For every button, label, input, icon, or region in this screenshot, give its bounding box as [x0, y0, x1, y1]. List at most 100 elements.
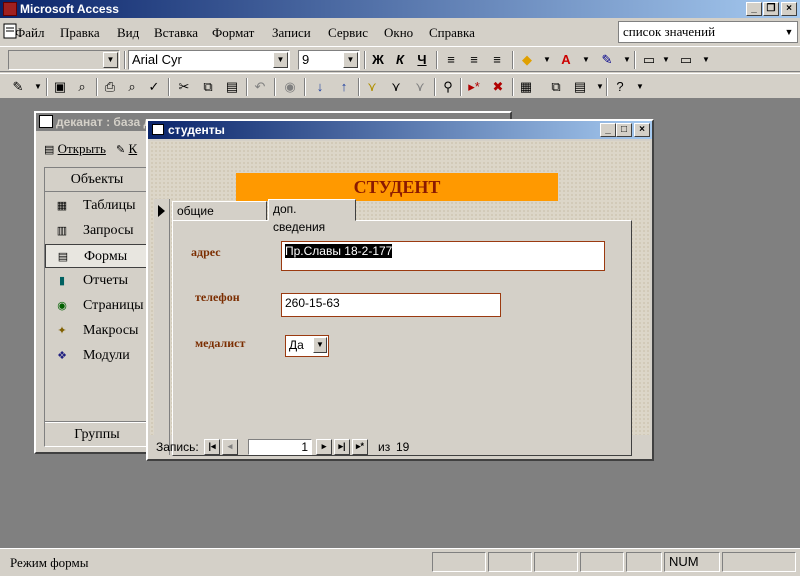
- chevron-down-icon[interactable]: ▼: [273, 52, 288, 68]
- menu-format[interactable]: Формат: [212, 25, 254, 41]
- objects-item-tables[interactable]: ▦ Таблицы: [45, 194, 149, 218]
- new-object-icon[interactable]: ▤: [570, 78, 590, 96]
- border-style-icon[interactable]: ▭: [676, 51, 696, 69]
- chevron-down-icon[interactable]: ▼: [656, 51, 676, 69]
- objects-item-modules[interactable]: ❖ Модули: [45, 344, 149, 368]
- print-icon[interactable]: ⎙: [100, 78, 120, 96]
- chevron-down-icon[interactable]: ▼: [630, 78, 650, 96]
- objects-item-pages[interactable]: ◉ Страницы: [45, 294, 149, 318]
- chevron-down-icon[interactable]: ▼: [781, 22, 797, 42]
- new-record-icon[interactable]: ▸*: [464, 78, 484, 96]
- address-field-value: Пр.Славы 18-2-177: [285, 244, 393, 258]
- help-icon[interactable]: ?: [610, 78, 630, 96]
- search-icon[interactable]: ⌕: [72, 78, 92, 96]
- spelling-icon[interactable]: ✓: [144, 78, 164, 96]
- design-icon: ✎: [116, 144, 126, 156]
- delete-record-icon[interactable]: ✖: [488, 78, 508, 96]
- status-bar: Режим формы NUM: [0, 548, 800, 576]
- find-icon[interactable]: ⚲: [438, 78, 458, 96]
- sort-ascending-icon[interactable]: ↓: [310, 78, 330, 96]
- chevron-down-icon[interactable]: ▼: [537, 51, 557, 69]
- hyperlink-icon[interactable]: ◉: [280, 78, 300, 96]
- menu-view[interactable]: Вид: [117, 25, 139, 41]
- chevron-down-icon[interactable]: ▼: [103, 52, 118, 68]
- last-record-button[interactable]: ▸|: [334, 439, 350, 455]
- view-icon[interactable]: ✎: [8, 78, 28, 96]
- font-select[interactable]: Arial Cyr ▼: [128, 50, 290, 70]
- objects-item-label: Макросы: [83, 323, 139, 338]
- object-select[interactable]: ▼: [8, 50, 120, 70]
- font-color-icon[interactable]: A: [556, 51, 576, 69]
- objects-header[interactable]: Объекты: [45, 168, 149, 192]
- current-record-input[interactable]: 1: [248, 439, 312, 455]
- query-icon: ▥: [56, 225, 68, 237]
- menu-window[interactable]: Окно: [384, 25, 413, 41]
- previous-record-button[interactable]: ◂: [222, 439, 238, 455]
- sort-descending-icon[interactable]: ↑: [334, 78, 354, 96]
- objects-item-forms[interactable]: ▤ Формы: [45, 244, 149, 268]
- chevron-down-icon[interactable]: ▼: [696, 51, 716, 69]
- chevron-down-icon[interactable]: ▼: [313, 337, 327, 353]
- restore-button[interactable]: ❐: [763, 2, 779, 16]
- apply-filter-icon[interactable]: ⋎: [410, 78, 430, 96]
- chevron-down-icon[interactable]: ▼: [576, 51, 596, 69]
- align-center-icon[interactable]: ≡: [464, 51, 484, 69]
- phone-field[interactable]: 260-15-63: [281, 293, 501, 317]
- line-color-icon[interactable]: ✎: [597, 51, 617, 69]
- record-selector[interactable]: [154, 199, 170, 455]
- paste-icon[interactable]: ▤: [222, 78, 242, 96]
- open-button[interactable]: ▤ Открыть: [44, 141, 106, 157]
- design-button-label: К: [128, 141, 138, 156]
- filter-by-selection-icon[interactable]: ⋎: [362, 78, 382, 96]
- form-close-button[interactable]: ×: [634, 123, 650, 137]
- address-label: адрес: [191, 245, 221, 259]
- access-app-icon[interactable]: [3, 2, 17, 16]
- menu-edit[interactable]: Правка: [60, 25, 100, 41]
- fill-color-icon[interactable]: ◆: [517, 51, 537, 69]
- cut-icon[interactable]: ✂: [174, 78, 194, 96]
- menu-insert[interactable]: Вставка: [154, 25, 198, 41]
- objects-item-macros[interactable]: ✦ Макросы: [45, 319, 149, 343]
- menu-records[interactable]: Записи: [272, 25, 311, 41]
- help-search-input[interactable]: список значений ▼: [618, 21, 798, 43]
- form-maximize-button[interactable]: □: [616, 123, 632, 137]
- app-title-bar: Microsoft Access _ ❐ ×: [0, 0, 800, 18]
- status-panel: [580, 552, 624, 572]
- size-select[interactable]: 9 ▼: [298, 50, 360, 70]
- align-right-icon[interactable]: ≡: [487, 51, 507, 69]
- save-icon[interactable]: ▣: [50, 78, 70, 96]
- objects-item-queries[interactable]: ▥ Запросы: [45, 219, 149, 243]
- design-button[interactable]: ✎ К: [116, 141, 137, 157]
- properties-icon[interactable]: ▦: [516, 78, 536, 96]
- menu-file[interactable]: Файл: [15, 25, 45, 41]
- tab-extra-info[interactable]: доп. сведения: [268, 199, 356, 234]
- minimize-button[interactable]: _: [746, 2, 762, 16]
- copy-icon[interactable]: ⧉: [198, 78, 218, 96]
- italic-button[interactable]: К: [390, 51, 410, 69]
- new-record-nav-button[interactable]: ▸*: [352, 439, 368, 455]
- status-num: NUM: [664, 552, 720, 572]
- underline-button[interactable]: Ч: [412, 51, 432, 69]
- form-minimize-button[interactable]: _: [600, 123, 616, 137]
- groups-header[interactable]: Группы: [45, 422, 149, 446]
- print-preview-icon[interactable]: ⌕: [122, 78, 142, 96]
- medalist-combo-value: Да: [289, 338, 304, 352]
- bold-button[interactable]: Ж: [368, 51, 388, 69]
- tab-general-info[interactable]: общие сведения: [172, 201, 267, 236]
- close-button[interactable]: ×: [781, 2, 797, 16]
- chevron-down-icon[interactable]: ▼: [28, 78, 48, 96]
- next-record-button[interactable]: ▸: [316, 439, 332, 455]
- form-body: СТУДЕНТ общие сведения доп. сведения адр…: [150, 141, 650, 456]
- first-record-button[interactable]: |◂: [204, 439, 220, 455]
- address-field[interactable]: Пр.Славы 18-2-177: [281, 241, 605, 271]
- menu-tools[interactable]: Сервис: [328, 25, 368, 41]
- database-window-icon[interactable]: ⧉: [546, 78, 566, 96]
- medalist-combo[interactable]: Да ▼: [285, 335, 329, 357]
- objects-item-label: Запросы: [83, 223, 134, 238]
- undo-icon[interactable]: ↶: [250, 78, 270, 96]
- objects-item-reports[interactable]: ▮ Отчеты: [45, 269, 149, 293]
- align-left-icon[interactable]: ≡: [441, 51, 461, 69]
- menu-help[interactable]: Справка: [429, 25, 475, 41]
- chevron-down-icon[interactable]: ▼: [343, 52, 358, 68]
- filter-by-form-icon[interactable]: ⋎: [386, 78, 406, 96]
